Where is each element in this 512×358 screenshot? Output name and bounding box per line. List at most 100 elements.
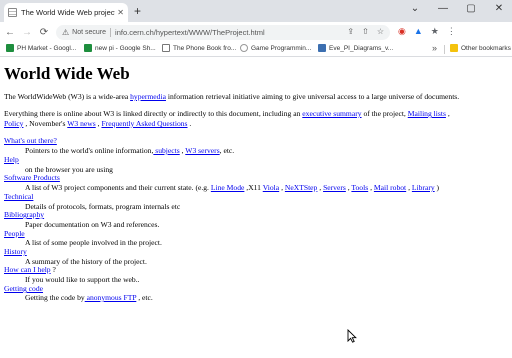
- section-description: Details of protocols, formats, program i…: [25, 202, 181, 211]
- servers-link[interactable]: Servers: [323, 183, 346, 192]
- mailing-lists-link[interactable]: Mailing lists: [408, 109, 446, 118]
- extension-drive-icon[interactable]: ▲: [414, 26, 423, 37]
- forward-button[interactable]: →: [20, 27, 34, 38]
- bookmarks-bar: PH Market - Googl... new pi - Google Sh.…: [0, 42, 512, 57]
- close-window-button[interactable]: ✕: [492, 3, 506, 14]
- software-products-link[interactable]: Software Products: [4, 173, 60, 182]
- library-link[interactable]: Library: [412, 183, 435, 192]
- summary-text: .: [187, 119, 192, 128]
- back-button[interactable]: ←: [3, 27, 17, 38]
- anonymous-ftp-link[interactable]: anonymous FTP: [85, 293, 137, 302]
- executive-summary-link[interactable]: executive summary: [302, 109, 361, 118]
- extensions-area: ◉ ▲ ★ ⋮: [398, 26, 456, 37]
- install-icon[interactable]: ⇪: [347, 27, 354, 36]
- title-suffix: ?: [50, 265, 56, 274]
- description-text: , etc.: [136, 293, 153, 302]
- description-text: ,X11: [244, 183, 263, 192]
- w3-servers-link[interactable]: W3 servers: [185, 146, 219, 155]
- globe-icon: [240, 44, 248, 52]
- reload-button[interactable]: ⟳: [37, 27, 51, 38]
- nextstep-link[interactable]: NeXTStep: [285, 183, 317, 192]
- section-description: Paper documentation on W3 and references…: [25, 220, 160, 229]
- share-icon[interactable]: ⇧: [362, 27, 369, 36]
- tab-search-icon[interactable]: ⌄: [408, 3, 422, 14]
- summary-text: , November's: [23, 119, 68, 128]
- address-bar[interactable]: ⚠ Not secure info.cern.ch/hypertext/WWW/…: [56, 25, 390, 40]
- whats-out-there-link[interactable]: What's out there?: [4, 136, 57, 145]
- how-can-i-help-link[interactable]: How can I help: [4, 265, 51, 274]
- history-link[interactable]: History: [4, 247, 27, 256]
- bookmark-label: Eve_PI_Diagrams_v...: [329, 44, 394, 52]
- section-description: A list of some people involved in the pr…: [25, 238, 162, 247]
- summary-text: Everything there is online about W3 is l…: [4, 109, 303, 118]
- people-link[interactable]: People: [4, 229, 25, 238]
- mail-robot-link[interactable]: Mail robot: [374, 183, 406, 192]
- line-mode-link[interactable]: Line Mode: [211, 183, 245, 192]
- section-title: Bibliography: [4, 210, 44, 219]
- description-text: ): [434, 183, 440, 192]
- summary-paragraph-cont: Policy , November's W3 news , Frequently…: [4, 119, 191, 128]
- section-title: Help: [4, 155, 19, 164]
- chrome-menu-icon[interactable]: ⋮: [447, 26, 456, 37]
- bookmark-item[interactable]: new pi - Google Sh...: [84, 44, 156, 52]
- not-secure-icon[interactable]: ⚠: [62, 28, 69, 37]
- section-description: If you would like to support the web..: [25, 275, 140, 284]
- page-content: World Wide Web The WorldWideWeb (W3) is …: [0, 57, 512, 358]
- window-controls: ⌄ — ▢ ✕: [408, 3, 506, 14]
- section-title: Software Products: [4, 173, 60, 182]
- browser-tab[interactable]: The World Wide Web project ✕: [4, 3, 128, 22]
- tab-strip: The World Wide Web project ✕ + ⌄ — ▢ ✕: [0, 0, 512, 22]
- hypermedia-link[interactable]: hypermedia: [130, 92, 166, 101]
- summary-text: ,: [445, 109, 450, 118]
- summary-paragraph: Everything there is online about W3 is l…: [4, 109, 450, 118]
- bookmark-item[interactable]: PH Market - Googl...: [6, 44, 76, 52]
- bookmark-item[interactable]: Game Programmin...: [240, 44, 311, 52]
- viola-link[interactable]: Viola: [263, 183, 279, 192]
- faq-link[interactable]: Frequently Asked Questions: [101, 119, 187, 128]
- description-text: Getting the code by: [25, 293, 85, 302]
- bookmark-item[interactable]: The Phone Book fro...: [162, 44, 236, 52]
- omnibox-divider: [110, 28, 112, 37]
- section-title: What's out there?: [4, 136, 57, 145]
- subjects-link[interactable]: subjects: [153, 146, 179, 155]
- w3-news-link[interactable]: W3 news: [67, 119, 95, 128]
- tab-close-icon[interactable]: ✕: [117, 8, 124, 17]
- maximize-button[interactable]: ▢: [464, 3, 478, 14]
- description-text: Pointers to the world's online informati…: [25, 146, 154, 155]
- intro-text: information retrieval initiative aiming …: [165, 92, 460, 101]
- other-bookmarks[interactable]: Other bookmarks: [450, 44, 511, 52]
- sheets-icon: [6, 44, 14, 52]
- bookmark-label: PH Market - Googl...: [17, 44, 77, 52]
- policy-link[interactable]: Policy: [4, 119, 23, 128]
- section-title: History: [4, 247, 27, 256]
- bookmark-star-icon[interactable]: ☆: [377, 27, 384, 36]
- browser-toolbar: ← → ⟳ ⚠ Not secure info.cern.ch/hypertex…: [0, 22, 512, 42]
- extension-red-icon[interactable]: ◉: [398, 26, 406, 37]
- section-description: A list of W3 project components and thei…: [25, 183, 439, 192]
- getting-code-link[interactable]: Getting code: [4, 284, 43, 293]
- mouse-pointer-icon: [347, 329, 357, 343]
- page-favicon-icon: [8, 8, 17, 17]
- description-text: A list of W3 project components and thei…: [25, 183, 211, 192]
- bibliography-link[interactable]: Bibliography: [4, 210, 44, 219]
- minimize-button[interactable]: —: [436, 3, 450, 14]
- technical-link[interactable]: Technical: [4, 192, 33, 201]
- omnibox-actions: ⇪ ⇧ ☆: [347, 27, 384, 36]
- new-tab-button[interactable]: +: [134, 5, 141, 17]
- not-secure-label[interactable]: Not secure: [72, 29, 106, 36]
- extensions-puzzle-icon[interactable]: ★: [431, 26, 439, 37]
- help-link[interactable]: Help: [4, 155, 19, 164]
- tools-link[interactable]: Tools: [351, 183, 368, 192]
- globe-icon: [162, 44, 170, 52]
- section-title: How can I help ?: [4, 265, 56, 274]
- bookmarks-overflow-icon[interactable]: »: [432, 43, 437, 53]
- url-text[interactable]: info.cern.ch/hypertext/WWW/TheProject.ht…: [115, 28, 265, 37]
- summary-text: of the project,: [361, 109, 408, 118]
- bookmark-item[interactable]: Eve_PI_Diagrams_v...: [318, 44, 393, 52]
- other-bookmarks-label: Other bookmarks: [461, 44, 511, 52]
- intro-paragraph: The WorldWideWeb (W3) is a wide-area hyp…: [4, 92, 459, 101]
- tab-title: The World Wide Web project: [21, 8, 116, 17]
- bookmark-label: The Phone Book fro...: [173, 44, 237, 52]
- intro-text: The WorldWideWeb (W3) is a wide-area: [4, 92, 131, 101]
- section-description: Getting the code by anonymous FTP , etc.: [25, 293, 153, 302]
